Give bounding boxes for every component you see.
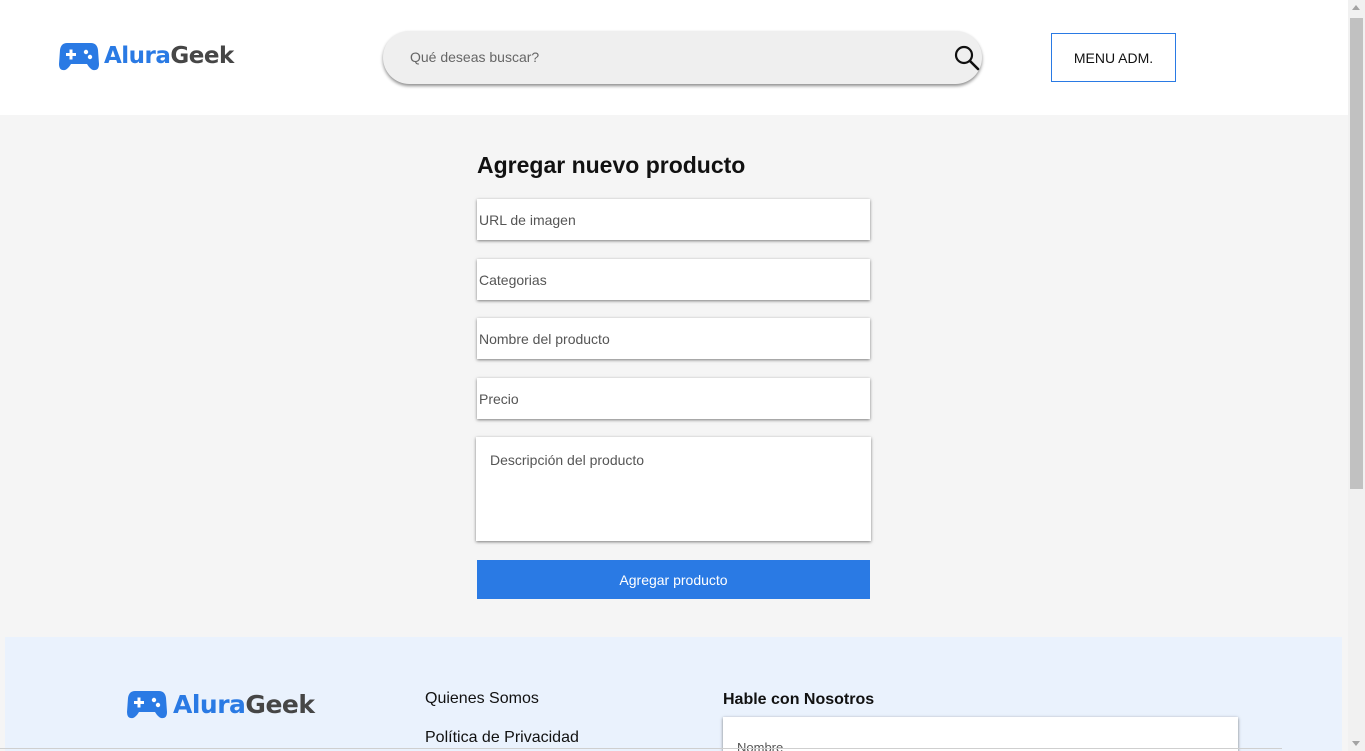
category-input[interactable]	[477, 259, 870, 300]
search-input[interactable]	[410, 45, 930, 69]
page-scrollbar[interactable]	[1348, 0, 1365, 751]
search-bar	[383, 31, 982, 84]
site-header: AluraGeek MENU ADM.	[0, 0, 1348, 115]
product-name-input[interactable]	[477, 318, 870, 359]
gamepad-icon	[59, 43, 99, 71]
logo-text-alura: Alura	[104, 43, 171, 69]
footer-link-about[interactable]: Quienes Somos	[425, 690, 539, 708]
scroll-down-arrow-icon[interactable]	[1352, 741, 1360, 746]
search-icon[interactable]	[954, 45, 980, 71]
scroll-up-arrow-icon[interactable]	[1352, 5, 1360, 10]
add-product-button[interactable]: Agregar producto	[477, 560, 870, 599]
footer-logo-text-geek: Geek	[245, 689, 315, 719]
contact-name-input[interactable]	[723, 717, 1238, 751]
contact-title: Hable con Nosotros	[723, 691, 875, 708]
footer-logo-text-alura: Alura	[173, 689, 246, 719]
gamepad-icon	[127, 691, 167, 719]
logo-text-geek: Geek	[170, 43, 234, 69]
scrollbar-thumb[interactable]	[1350, 18, 1363, 489]
header-logo[interactable]: AluraGeek	[59, 41, 234, 71]
bottom-divider	[0, 748, 1282, 749]
logo-text: AluraGeek	[104, 43, 234, 69]
footer-logo[interactable]: AluraGeek	[127, 689, 315, 719]
admin-menu-button[interactable]: MENU ADM.	[1051, 33, 1176, 82]
footer-logo-text: AluraGeek	[173, 689, 315, 719]
footer-link-privacy[interactable]: Política de Privacidad	[425, 729, 579, 747]
description-textarea[interactable]	[476, 437, 871, 541]
site-footer: AluraGeek Quienes Somos Política de Priv…	[5, 637, 1342, 751]
image-url-input[interactable]	[477, 199, 870, 240]
price-input[interactable]	[477, 378, 870, 419]
form-title: Agregar nuevo producto	[477, 152, 746, 178]
